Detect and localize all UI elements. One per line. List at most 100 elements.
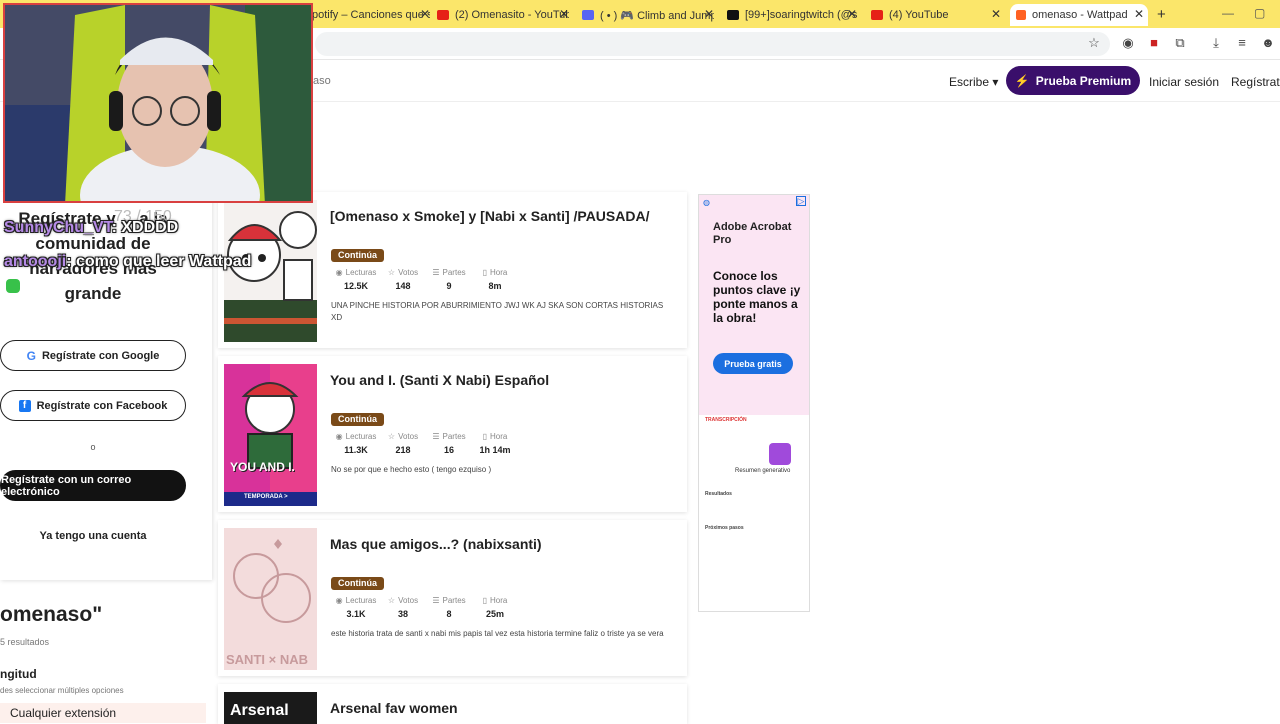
google-label: Regístrate con Google — [41, 349, 160, 362]
extension-red-icon[interactable]: ■ — [1146, 35, 1162, 51]
stat-label: Votos — [398, 268, 419, 277]
login-link[interactable]: Iniciar sesión — [1149, 75, 1219, 89]
story-cover[interactable]: SANTI × NAB — [224, 528, 317, 670]
eye-icon: ◉ — [335, 596, 343, 605]
close-tab-icon[interactable]: ✕ — [991, 7, 1001, 21]
bookmark-star-icon[interactable]: ☆ — [1086, 35, 1102, 51]
story-description: este historia trata de santi x nabi mis … — [331, 629, 664, 638]
status-badge: Continúa — [331, 413, 384, 426]
book-icon: ▯ — [482, 268, 488, 277]
stat-value: 148 — [395, 281, 411, 291]
write-menu[interactable]: Escribe ▾ — [949, 75, 998, 89]
tab-wattpad[interactable]: omenaso - Wattpad ✕ — [1010, 4, 1148, 26]
ad-choices-icon[interactable]: ▷ — [796, 196, 806, 206]
stat-value: 25m — [485, 609, 504, 619]
story-title[interactable]: [Omenaso x Smoke] y [Nabi x Santi] /PAUS… — [330, 208, 649, 224]
tab-title: omenaso - Wattpad — [1032, 9, 1128, 21]
close-tab-icon[interactable]: ✕ — [704, 7, 714, 21]
google-signup-button[interactable]: G Regístrate con Google — [0, 340, 186, 371]
facebook-signup-button[interactable]: f Regístrate con Facebook — [0, 390, 186, 421]
profile-icon[interactable]: ☻ — [1260, 35, 1276, 51]
status-badge: Continúa — [331, 249, 384, 262]
stat-label: Hora — [490, 432, 508, 441]
have-account-link[interactable]: Ya tengo una cuenta — [0, 530, 186, 542]
tab-climb-and-jump[interactable]: ( • ) 🎮 Climb and Jump T ✕ — [582, 4, 714, 26]
filter-option-label: Cualquier extensión — [10, 706, 117, 720]
close-tab-icon[interactable]: ✕ — [847, 7, 857, 21]
tab-youtube[interactable]: (4) YouTube ✕ — [871, 4, 1001, 26]
stat-label: Lecturas — [345, 432, 377, 441]
ad-info-icon[interactable]: ◍ — [703, 198, 710, 207]
advertisement[interactable]: ◍ ▷ Adobe Acrobat Pro Conoce los puntos … — [698, 194, 810, 612]
stat-label: Votos — [398, 432, 419, 441]
ad-app-icon — [769, 443, 791, 465]
minimize-icon[interactable]: — — [1222, 6, 1234, 20]
stat-value: 218 — [395, 445, 411, 455]
ad-next-label: Próximos pasos — [705, 525, 744, 531]
story-title[interactable]: Arsenal fav women — [330, 700, 458, 716]
cover-title: Arsenal — [230, 702, 289, 719]
webcam-overlay — [3, 3, 313, 203]
tab-tiktok[interactable]: [99+]soaringtwitch (@s ✕ — [727, 4, 857, 26]
maximize-icon[interactable]: ▢ — [1254, 6, 1265, 20]
story-cover[interactable]: YOU AND I. TEMPORADA > — [224, 364, 317, 506]
chat-emote-icon — [6, 279, 20, 293]
list-icon: ☰ — [432, 268, 440, 277]
stat-label: Hora — [490, 268, 508, 277]
story-cover[interactable]: Arsenal — [224, 692, 317, 724]
story-card[interactable]: Arsenal Arsenal fav women — [218, 684, 687, 724]
youtube-icon — [437, 10, 449, 20]
story-title[interactable]: You and I. (Santi X Nabi) Español — [330, 372, 549, 388]
story-card[interactable]: SANTI × NAB Mas que amigos...? (nabixsan… — [218, 520, 687, 676]
tab-spotify[interactable]: potify – Canciones que s ✕ — [312, 4, 430, 26]
close-tab-icon[interactable]: ✕ — [1134, 7, 1144, 21]
download-icon[interactable]: ⤓ — [1208, 35, 1224, 51]
story-title[interactable]: Mas que amigos...? (nabixsanti) — [330, 536, 542, 552]
caret-down-icon: ▾ — [992, 75, 999, 89]
tiktok-icon — [727, 10, 739, 20]
story-card[interactable]: [Omenaso x Smoke] y [Nabi x Santi] /PAUS… — [218, 192, 687, 348]
new-tab-icon[interactable]: + — [1157, 6, 1166, 23]
stat-parts: ☰ Partes 8 — [424, 596, 474, 619]
puzzle-icon[interactable]: ⧉ — [1172, 35, 1188, 51]
list-icon: ☰ — [432, 596, 440, 605]
close-tab-icon[interactable]: ✕ — [420, 7, 430, 21]
star-icon: ☆ — [387, 268, 396, 277]
stat-parts: ☰ Partes 16 — [424, 432, 474, 455]
premium-label: Prueba Premium — [1035, 73, 1132, 88]
ad-cta-button[interactable]: Prueba gratis — [713, 353, 793, 374]
stat-label: Lecturas — [345, 596, 377, 605]
url-input[interactable] — [315, 32, 1110, 56]
lightning-icon: ⚡ — [1014, 73, 1030, 88]
stat-value: 38 — [397, 609, 408, 619]
email-signup-button[interactable]: Regístrate con un correo electrónico — [0, 470, 186, 501]
stat-value: 8m — [488, 281, 502, 291]
close-tab-icon[interactable]: ✕ — [559, 7, 569, 21]
stat-label: Hora — [490, 596, 508, 605]
extension-icon[interactable]: ◉ — [1120, 35, 1136, 51]
menu-icon[interactable]: ≡ — [1234, 35, 1250, 51]
cover-title: SANTI × NAB — [226, 652, 308, 667]
book-icon: ▯ — [482, 596, 488, 605]
ad-summary-label: Resumen generativo — [735, 468, 791, 474]
tab-title: (4) YouTube — [889, 9, 949, 21]
stat-label: Partes — [442, 268, 466, 277]
story-cover[interactable] — [224, 200, 317, 342]
tab-title: [99+]soaringtwitch (@s — [745, 9, 857, 21]
filter-subtitle: des seleccionar múltiples opciones — [0, 686, 124, 695]
email-label: Regístrate con un correo electrónico — [1, 473, 132, 498]
eye-icon: ◉ — [335, 432, 343, 441]
chat-message: antoooji: como que leer Wattpad — [4, 253, 251, 271]
stat-value: 11.3K — [344, 445, 368, 455]
register-link[interactable]: Regístrate — [1231, 75, 1280, 89]
breadcrumb: aso — [313, 75, 331, 87]
tab-title: potify – Canciones que s — [312, 9, 430, 21]
filter-option-any-length[interactable]: Cualquier extensión — [0, 703, 206, 723]
story-card[interactable]: YOU AND I. TEMPORADA > You and I. (Santi… — [218, 356, 687, 512]
search-heading: omenaso" — [0, 603, 103, 626]
cover-title: YOU AND I. — [230, 460, 295, 474]
stat-value: 16 — [443, 445, 454, 455]
tab-youtube-omenasito[interactable]: (2) Omenasito - YouTube ✕ — [437, 4, 569, 26]
premium-button[interactable]: ⚡ Prueba Premium — [1006, 66, 1140, 95]
list-icon: ☰ — [432, 432, 440, 441]
